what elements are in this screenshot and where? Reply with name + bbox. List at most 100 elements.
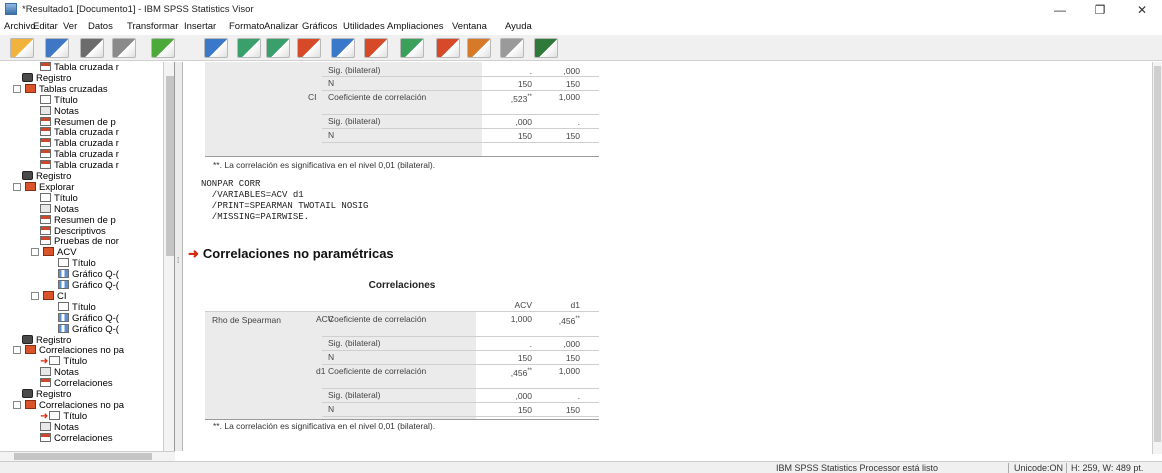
outline-item[interactable]: Título (58, 301, 96, 313)
cell-value: 150 (490, 405, 532, 415)
outline-item[interactable]: Título (58, 258, 96, 269)
cell-value-text: 150 (565, 131, 580, 141)
outline-item-label: Registro (36, 334, 72, 346)
outline-item[interactable]: Gráfico Q-( (58, 312, 119, 324)
cell-value-text: . (529, 66, 532, 76)
outline-item[interactable]: Correlaciones no pa (13, 345, 124, 356)
row-rule (322, 364, 599, 365)
menu-ver[interactable]: Ver (63, 21, 77, 32)
outline-item[interactable]: Tabla cruzada r (40, 149, 119, 160)
cell-value: 150 (490, 353, 532, 363)
print-icon[interactable] (80, 38, 104, 58)
menu-analizar[interactable]: Analizar (264, 21, 298, 32)
close-button[interactable]: ✕ (1124, 0, 1160, 20)
significance-mark: ** (575, 316, 580, 322)
hide-output-icon[interactable] (467, 38, 491, 58)
scroll-thumb[interactable] (14, 453, 152, 460)
outline-item[interactable]: Resumen de p (40, 116, 116, 128)
outline-item[interactable]: Tablas cruzadas (13, 83, 108, 95)
outline-item[interactable]: Tabla cruzada r (40, 138, 119, 149)
outline-item[interactable]: Registro (22, 72, 72, 84)
open-icon[interactable] (10, 38, 34, 58)
cell-value: . (540, 391, 580, 401)
menu-transformar[interactable]: Transformar (127, 21, 178, 32)
goto-variable-icon[interactable] (364, 38, 388, 58)
outline-item[interactable]: Registro (22, 389, 71, 400)
outline-item[interactable]: ➜ Título (40, 410, 87, 422)
outline-item[interactable]: Tabla cruzada r (40, 160, 119, 171)
scroll-thumb[interactable] (1154, 66, 1161, 442)
outline-item[interactable]: Pruebas de nor (40, 236, 119, 247)
outline-item[interactable]: Gráfico Q-( (58, 323, 119, 335)
goto-case-icon[interactable] (331, 38, 355, 58)
show-output-icon[interactable] (436, 38, 460, 58)
notes-icon (40, 421, 51, 431)
menu-insertar[interactable]: Insertar (184, 21, 216, 32)
outline-item[interactable]: Resumen de p (40, 214, 116, 226)
menu-formato[interactable]: Formato (229, 21, 264, 32)
collapse-toggle-icon[interactable] (13, 182, 21, 191)
save-icon[interactable] (45, 38, 69, 58)
outline-item-label: Correlaciones no pa (39, 345, 125, 357)
recall-dialog-icon[interactable] (204, 38, 228, 58)
outline-item[interactable]: ACV (31, 247, 77, 258)
outline-item[interactable]: Notas (40, 421, 79, 433)
pane-splitter[interactable]: ⁞ (175, 62, 183, 451)
output-vertical-scrollbar[interactable] (1152, 62, 1162, 454)
outline-vertical-scrollbar[interactable] (163, 62, 174, 451)
outline-item[interactable]: Explorar (13, 181, 74, 193)
collapse-toggle-icon[interactable] (13, 346, 21, 355)
restore-button[interactable]: ❐ (1082, 0, 1118, 20)
col-header-acv: ACV (514, 300, 532, 310)
collapse-toggle-icon[interactable] (13, 400, 21, 409)
outline-item[interactable]: Título (40, 192, 78, 204)
outline-item[interactable]: Notas (40, 367, 79, 378)
outline-item[interactable]: Gráfico Q-( (58, 280, 119, 291)
menu-editar[interactable]: Editar (33, 21, 58, 32)
menu-ayuda[interactable]: Ayuda (505, 21, 532, 32)
outline-item[interactable]: Tabla cruzada r (40, 62, 119, 73)
outline-item[interactable]: Notas (40, 105, 79, 117)
outline-item[interactable]: ➜ Título (40, 356, 87, 367)
menu-ventana[interactable]: Ventana (452, 21, 487, 32)
goto-data-icon[interactable] (297, 38, 321, 58)
cell-value-text: ,523 (510, 94, 528, 104)
minimize-button[interactable]: — (1042, 0, 1078, 20)
menu-archivo[interactable]: Archivo (4, 21, 36, 32)
outline-item[interactable]: Descriptivos (40, 225, 106, 237)
collapse-toggle-icon[interactable] (31, 291, 39, 300)
collapse-toggle-icon[interactable] (31, 248, 39, 257)
designate-window-icon[interactable] (534, 38, 558, 58)
scroll-thumb[interactable] (166, 76, 174, 256)
outline-horizontal-scrollbar[interactable] (0, 451, 175, 461)
outline-item[interactable]: Notas (40, 203, 79, 215)
outline-item[interactable]: Correlaciones (40, 432, 113, 444)
row-variable-label-text: CI (308, 92, 317, 102)
outline-item[interactable]: Registro (22, 334, 72, 346)
outline-item[interactable]: Registro (22, 171, 71, 182)
book-icon (43, 247, 54, 257)
row-rule (322, 402, 599, 403)
menu-ampliaciones[interactable]: Ampliaciones (387, 21, 444, 32)
outline-item[interactable]: Correlaciones (40, 378, 113, 389)
table-icon (40, 225, 51, 235)
print-preview-icon[interactable] (112, 38, 136, 58)
menu-graficos[interactable]: Gráficos (302, 21, 337, 32)
menu-datos[interactable]: Datos (88, 21, 113, 32)
menu-utilidades[interactable]: Utilidades (343, 21, 385, 32)
outline-item-label: Registro (36, 72, 72, 84)
syntax-block: NONPAR CORR /VARIABLES=ACV d1 /PRINT=SPE… (201, 179, 369, 222)
cell-value-text: 150 (565, 353, 580, 363)
outline-item[interactable]: CI (31, 290, 67, 302)
redo-icon[interactable] (266, 38, 290, 58)
collapse-toggle-icon[interactable] (13, 84, 21, 93)
export-icon[interactable] (151, 38, 175, 58)
outline-item[interactable]: Correlaciones no pa (13, 399, 124, 411)
outline-item[interactable]: Título (40, 94, 78, 106)
cell-value-text: . (529, 339, 532, 349)
outline-item[interactable]: Tabla cruzada r (40, 127, 119, 138)
undo-icon[interactable] (237, 38, 261, 58)
outline-item[interactable]: Gráfico Q-( (58, 269, 119, 280)
promote-icon[interactable] (500, 38, 524, 58)
variables-icon[interactable] (400, 38, 424, 58)
